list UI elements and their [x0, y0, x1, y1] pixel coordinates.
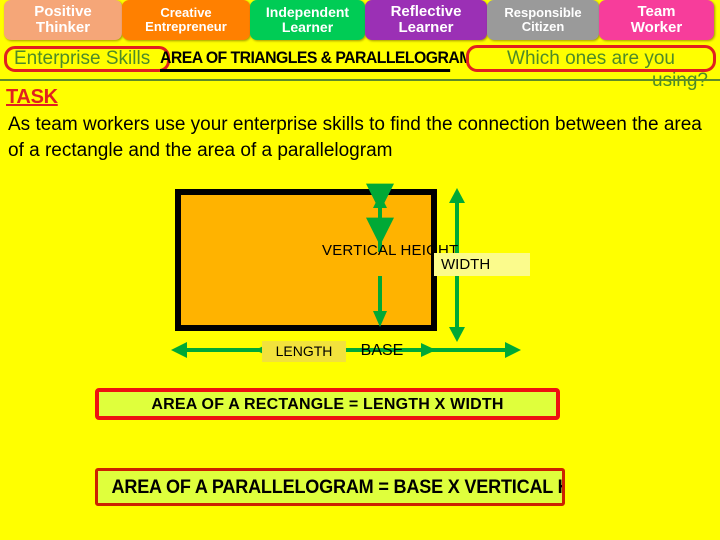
which-ones-question-line2: using?: [652, 70, 708, 91]
skill-chip-line2: Learner: [398, 19, 454, 36]
skill-chip-line1: Responsible: [504, 5, 582, 21]
skill-chip-line1: Creative: [160, 5, 212, 21]
label-base: BASE: [360, 342, 404, 359]
skill-chip-line2: Worker: [630, 19, 683, 36]
header-divider: [0, 79, 720, 81]
skill-chip-reflective-learner[interactable]: Reflective Learner: [365, 0, 487, 40]
skill-chip-line2: Citizen: [521, 19, 565, 34]
formula-area-of-parallelogram: AREA OF A PARALLELOGRAM = BASE X VERTICA…: [95, 468, 565, 506]
page-title: AREA OF TRIANGLES & PARALLELOGRAMS: [160, 48, 482, 72]
formula-area-of-rectangle: AREA OF A RECTANGLE = LENGTH X WIDTH: [95, 388, 560, 420]
skill-chip-line2: Learner: [281, 19, 334, 35]
task-label: TASK: [6, 86, 58, 108]
task-description: As team workers use your enterprise skil…: [8, 114, 702, 161]
label-vertical-height: VERTICAL HEIGHT: [322, 242, 459, 259]
skill-chip-line1: Reflective: [390, 3, 462, 21]
skill-chip-line1: Independent: [265, 4, 350, 21]
skill-chip-responsible-citizen[interactable]: Responsible Citizen: [487, 0, 599, 40]
skill-chip-positive-thinker[interactable]: Positive Thinker: [4, 0, 122, 40]
skill-chip-line2: Entrepreneur: [145, 19, 227, 34]
skills-banner: Positive Thinker Creative Entrepreneur I…: [0, 0, 720, 40]
skill-chip-line1: Team: [637, 3, 676, 21]
skill-chip-line2: Thinker: [35, 19, 91, 36]
label-width: WIDTH: [434, 253, 530, 276]
formula-area-of-parallelogram-text: AREA OF A PARALLELOGRAM = BASE X VERTICA…: [111, 477, 562, 498]
skill-chip-line1: Positive: [34, 3, 92, 21]
which-ones-question-callout: Which ones are you: [466, 45, 716, 72]
skill-chip-creative-entrepreneur[interactable]: Creative Entrepreneur: [122, 0, 250, 40]
enterprise-skills-callout: Enterprise Skills: [4, 46, 170, 72]
rectangle-shape: [175, 189, 437, 331]
length-arrow-outer: [171, 342, 521, 358]
skill-chip-independent-learner[interactable]: Independent Learner: [250, 0, 365, 40]
label-length: LENGTH: [262, 341, 346, 362]
skill-chip-team-worker[interactable]: Team Worker: [599, 0, 714, 40]
